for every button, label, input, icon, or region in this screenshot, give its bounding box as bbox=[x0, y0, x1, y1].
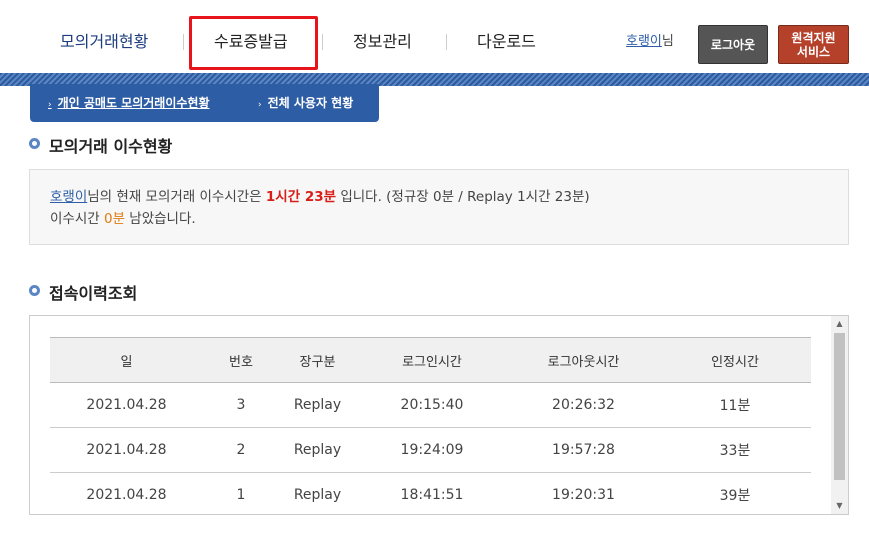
user-suffix: 님 bbox=[661, 34, 674, 49]
cell-credited: 39분 bbox=[659, 472, 811, 514]
bullet-icon bbox=[29, 285, 40, 296]
cell-number: 2 bbox=[203, 427, 279, 473]
scroll-thumb[interactable] bbox=[834, 333, 845, 480]
cell-login: 18:41:51 bbox=[356, 472, 508, 514]
cell-session: Replay bbox=[279, 472, 356, 514]
user-name-link[interactable]: 호랭이 bbox=[626, 34, 662, 49]
cell-session: Replay bbox=[279, 427, 356, 473]
subtab-personal-status[interactable]: › 개인 공매도 모의거래이수현황 bbox=[48, 94, 210, 111]
remote-support-button[interactable]: 원격지원 서비스 bbox=[778, 25, 849, 64]
nav-download[interactable]: 다운로드 bbox=[477, 32, 536, 52]
logout-button[interactable]: 로그아웃 bbox=[698, 25, 768, 64]
column-header-login: 로그인시간 bbox=[356, 337, 508, 383]
status-total-time: 1시간 23분 bbox=[265, 189, 337, 205]
cell-logout: 19:57:28 bbox=[508, 427, 659, 473]
bullet-icon bbox=[29, 138, 40, 149]
status-remaining-time: 0분 bbox=[103, 211, 125, 227]
cell-logout: 20:26:32 bbox=[508, 382, 659, 428]
status-user-name: 호랭이 bbox=[50, 189, 88, 205]
cell-credited: 11분 bbox=[659, 382, 811, 428]
column-header-session: 장구분 bbox=[279, 337, 356, 383]
nav-info-management[interactable]: 정보관리 bbox=[353, 32, 412, 52]
cell-date: 2021.04.28 bbox=[50, 472, 203, 514]
history-table: 일 번호 장구분 로그인시간 로그아웃시간 인정시간 2021.04.28 3 … bbox=[50, 337, 811, 514]
column-header-logout: 로그아웃시간 bbox=[508, 337, 659, 383]
table-row: 2021.04.28 1 Replay 18:41:51 19:20:31 39… bbox=[50, 472, 811, 514]
subtab-bar: › 개인 공매도 모의거래이수현황 › 전체 사용자 현황 bbox=[30, 84, 379, 122]
scroll-up-arrow-icon[interactable]: ▲ bbox=[831, 316, 848, 332]
status-text: 님의 현재 모의거래 이수시간은 bbox=[87, 189, 266, 205]
column-header-date: 일 bbox=[50, 337, 203, 383]
status-text: 입니다. (정규장 0분 / Replay 1시간 23분) bbox=[336, 189, 590, 205]
vertical-scrollbar[interactable]: ▲ ▼ bbox=[831, 316, 848, 514]
status-text: 남았습니다. bbox=[125, 211, 196, 227]
status-box: 호랭이님의 현재 모의거래 이수시간은 1시간 23분 입니다. (정규장 0분… bbox=[29, 169, 849, 245]
nav-divider bbox=[183, 34, 184, 50]
column-header-credited: 인정시간 bbox=[659, 337, 811, 383]
nav-divider bbox=[446, 34, 447, 50]
status-line-2: 이수시간 0분 남았습니다. bbox=[50, 208, 828, 230]
section-title-status: 모의거래 이수현황 bbox=[49, 137, 173, 156]
header: 모의거래현황 수료증발급 정보관리 다운로드 호랭이님 로그아웃 원격지원 서비… bbox=[0, 0, 869, 74]
cell-login: 20:15:40 bbox=[356, 382, 508, 428]
cell-logout: 19:20:31 bbox=[508, 472, 659, 514]
subtab-label: 개인 공매도 모의거래이수현황 bbox=[57, 96, 210, 110]
column-header-number: 번호 bbox=[203, 337, 279, 383]
user-greeting: 호랭이님 bbox=[626, 30, 674, 49]
cell-number: 1 bbox=[203, 472, 279, 514]
nav-divider bbox=[322, 34, 323, 50]
section-title-history: 접속이력조회 bbox=[49, 284, 138, 303]
cell-credited: 33분 bbox=[659, 427, 811, 473]
cell-number: 3 bbox=[203, 382, 279, 428]
chevron-right-icon: › bbox=[258, 100, 262, 110]
table-row: 2021.04.28 3 Replay 20:15:40 20:26:32 11… bbox=[50, 382, 811, 428]
cell-session: Replay bbox=[279, 382, 356, 428]
nav-mock-trading-status[interactable]: 모의거래현황 bbox=[60, 32, 148, 52]
cell-date: 2021.04.28 bbox=[50, 427, 203, 473]
table-row: 2021.04.28 2 Replay 19:24:09 19:57:28 33… bbox=[50, 427, 811, 473]
chevron-right-icon: › bbox=[48, 100, 52, 110]
status-text: 이수시간 bbox=[50, 211, 104, 227]
subtab-all-users[interactable]: › 전체 사용자 현황 bbox=[258, 94, 353, 111]
subtab-label: 전체 사용자 현황 bbox=[267, 96, 354, 110]
scroll-down-arrow-icon[interactable]: ▼ bbox=[831, 498, 848, 514]
highlight-annotation bbox=[189, 16, 318, 70]
status-line-1: 호랭이님의 현재 모의거래 이수시간은 1시간 23분 입니다. (정규장 0분… bbox=[50, 186, 828, 208]
cell-login: 19:24:09 bbox=[356, 427, 508, 473]
history-table-container[interactable]: 일 번호 장구분 로그인시간 로그아웃시간 인정시간 2021.04.28 3 … bbox=[29, 315, 849, 515]
table-header-row: 일 번호 장구분 로그인시간 로그아웃시간 인정시간 bbox=[50, 337, 811, 383]
cell-date: 2021.04.28 bbox=[50, 382, 203, 428]
